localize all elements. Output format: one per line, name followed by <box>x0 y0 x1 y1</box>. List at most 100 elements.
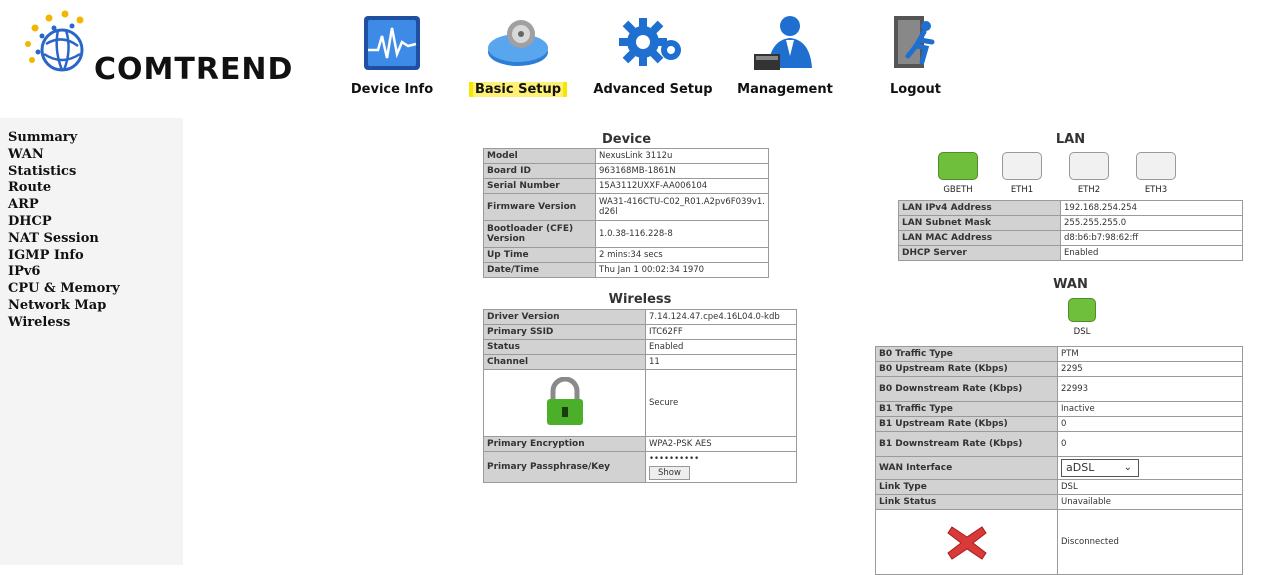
sidebar-item-network-map[interactable]: Network Map <box>8 298 183 315</box>
wan-value: Unavailable <box>1057 494 1243 510</box>
wireless-value: WPA2-PSK AES <box>645 436 797 452</box>
sidebar-item-wan[interactable]: WAN <box>8 147 183 164</box>
sidebar-item-wireless[interactable]: Wireless <box>8 315 183 332</box>
comtrend-logo[interactable]: COMTREND <box>22 8 312 98</box>
nav-management[interactable]: Management <box>730 10 840 110</box>
wan-key: Link Status <box>875 494 1058 510</box>
table-row: B1 Traffic Type Inactive <box>875 401 1243 417</box>
device-key: Up Time <box>483 247 596 263</box>
wan-key: B1 Upstream Rate (Kbps) <box>875 416 1058 432</box>
wan-title: WAN <box>1053 277 1088 292</box>
wan-port-dsl: DSL <box>1056 298 1108 337</box>
wan-key: Link Type <box>875 479 1058 495</box>
chevron-down-icon: ⌄ <box>1123 462 1132 473</box>
wireless-value: 7.14.124.47.cpe4.16L04.0-kdb <box>645 309 797 325</box>
table-row: Date/Time Thu Jan 1 00:02:34 1970 <box>483 262 769 278</box>
table-row: Firmware Version WA31-416CTU-C02_R01.A2pv… <box>483 193 769 221</box>
table-row: Serial Number 15A3112UXXF-AA006104 <box>483 178 769 194</box>
table-row: Channel 11 <box>483 354 797 370</box>
ethernet-port-icon <box>1002 152 1042 180</box>
advanced-setup-icon <box>619 18 681 66</box>
nav-label-text: Basic Setup <box>472 82 564 97</box>
wan-interface-select[interactable]: aDSL ⌄ <box>1061 459 1139 477</box>
sidebar-item-summary[interactable]: Summary <box>8 130 183 147</box>
table-row: Primary Passphrase/Key •••••••••• Show <box>483 451 797 483</box>
lan-port-eth3: ETH3 <box>1130 152 1182 195</box>
wireless-key: Primary Passphrase/Key <box>483 451 646 483</box>
lan-key: LAN IPv4 Address <box>898 200 1061 216</box>
wireless-key: Driver Version <box>483 309 646 325</box>
sidebar-item-dhcp[interactable]: DHCP <box>8 214 183 231</box>
wan-interface-value: aDSL <box>1066 461 1095 474</box>
table-row: Primary SSID ITC62FF <box>483 324 797 340</box>
lan-value: Enabled <box>1060 245 1243 261</box>
table-row: B1 Downstream Rate (Kbps) 0 <box>875 431 1243 457</box>
wan-value: 2295 <box>1057 361 1243 377</box>
device-key: Serial Number <box>483 178 596 194</box>
table-row: LAN IPv4 Address 192.168.254.254 <box>898 200 1243 216</box>
ethernet-port-icon <box>938 152 978 180</box>
lan-value: d8:b6:b7:98:62:ff <box>1060 230 1243 246</box>
table-row: B0 Upstream Rate (Kbps) 2295 <box>875 361 1243 377</box>
table-row: LAN Subnet Mask 255.255.255.0 <box>898 215 1243 231</box>
disconnected-x-icon <box>946 525 987 560</box>
port-label: DSL <box>1073 327 1091 337</box>
dsl-port-icon <box>1068 298 1096 322</box>
nav-label: Basic Setup <box>466 82 570 97</box>
wireless-value: 11 <box>645 354 797 370</box>
sidebar-item-route[interactable]: Route <box>8 180 183 197</box>
lan-port-eth2: ETH2 <box>1063 152 1115 195</box>
device-table: Model NexusLink 3112u Board ID 963168MB-18… <box>483 148 769 278</box>
management-icon <box>754 16 812 70</box>
wan-value: 0 <box>1057 416 1243 432</box>
lan-table: LAN IPv4 Address 192.168.254.254 LAN Subn… <box>898 200 1243 261</box>
sidebar-item-nat-session[interactable]: NAT Session <box>8 231 183 248</box>
wan-key: B0 Upstream Rate (Kbps) <box>875 361 1058 377</box>
table-row: Up Time 2 mins:34 secs <box>483 247 769 263</box>
wireless-table: Driver Version 7.14.124.47.cpe4.16L04.0-k… <box>483 309 797 483</box>
device-value: NexusLink 3112u <box>595 148 769 164</box>
nav-label: Logout <box>890 82 941 97</box>
device-key: Bootloader (CFE) Version <box>483 220 596 248</box>
sidebar-item-arp[interactable]: ARP <box>8 197 183 214</box>
table-row: DHCP Server Enabled <box>898 245 1243 261</box>
wireless-title: Wireless <box>608 292 672 307</box>
device-title: Device <box>601 132 652 147</box>
nav-label: Advanced Setup <box>593 82 713 97</box>
sidebar-item-cpu-memory[interactable]: CPU & Memory <box>8 281 183 298</box>
nav-label: Device Info <box>350 82 434 97</box>
wan-value: Inactive <box>1057 401 1243 417</box>
nav-advanced-setup[interactable]: Advanced Setup <box>588 10 718 110</box>
wireless-key: Primary Encryption <box>483 436 646 452</box>
wan-key: B1 Traffic Type <box>875 401 1058 417</box>
wan-key: WAN Interface <box>875 456 1058 480</box>
wan-table: B0 Traffic Type PTM B0 Upstream Rate (Kbp… <box>875 346 1243 575</box>
lan-key: LAN MAC Address <box>898 230 1061 246</box>
table-row: WAN Interface aDSL ⌄ <box>875 456 1243 480</box>
sidebar: Summary WAN Statistics Route ARP DHCP NA… <box>0 118 183 565</box>
device-value: 2 mins:34 secs <box>595 247 769 263</box>
lan-value: 192.168.254.254 <box>1060 200 1243 216</box>
sidebar-item-statistics[interactable]: Statistics <box>8 164 183 181</box>
wireless-security-value: Secure <box>645 369 797 437</box>
nav-logout[interactable]: Logout <box>880 10 956 110</box>
nav-device-info[interactable]: Device Info <box>344 10 440 110</box>
sidebar-item-igmp-info[interactable]: IGMP Info <box>8 248 183 265</box>
wan-value: PTM <box>1057 346 1243 362</box>
sidebar-menu: Summary WAN Statistics Route ARP DHCP NA… <box>0 130 183 332</box>
wan-key: B0 Downstream Rate (Kbps) <box>875 376 1058 402</box>
lan-key: DHCP Server <box>898 245 1061 261</box>
wireless-key: Primary SSID <box>483 324 646 340</box>
table-row: B0 Traffic Type PTM <box>875 346 1243 362</box>
show-passphrase-button[interactable]: Show <box>649 466 690 480</box>
lock-icon <box>546 376 583 425</box>
wan-key: B0 Traffic Type <box>875 346 1058 362</box>
logout-icon <box>894 16 935 68</box>
wireless-value: ITC62FF <box>645 324 797 340</box>
sidebar-item-ipv6[interactable]: IPv6 <box>8 264 183 281</box>
table-row: Board ID 963168MB-1861N <box>483 163 769 179</box>
wan-value: 22993 <box>1057 376 1243 402</box>
nav-basic-setup[interactable]: Basic Setup <box>466 10 570 110</box>
device-key: Firmware Version <box>483 193 596 221</box>
device-key: Date/Time <box>483 262 596 278</box>
